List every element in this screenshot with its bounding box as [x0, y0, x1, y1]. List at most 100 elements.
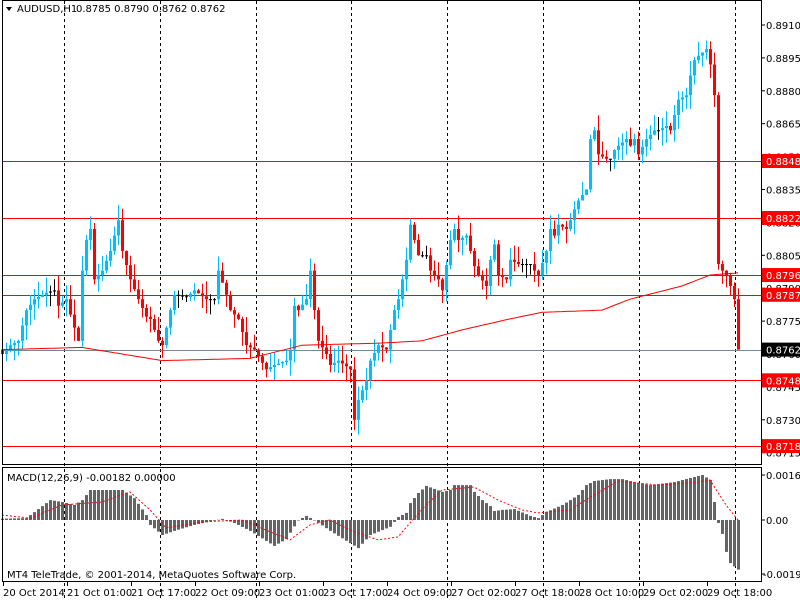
macd-bar: [573, 497, 576, 520]
candle-body: [293, 305, 296, 350]
macd-bar: [293, 520, 296, 527]
macd-bar: [489, 506, 492, 520]
macd-bar: [477, 496, 480, 520]
macd-bar: [309, 517, 312, 520]
candle-body: [477, 266, 480, 276]
macd-bar: [125, 492, 128, 520]
macd-bar: [149, 520, 152, 525]
candle-body: [5, 349, 8, 354]
candle-body: [173, 294, 176, 311]
macd-bar: [625, 480, 628, 520]
macd-bar: [377, 520, 380, 532]
macd-bar: [409, 503, 412, 520]
macd-bar: [441, 491, 444, 520]
candle-body: [229, 294, 232, 311]
candle-body: [409, 224, 412, 260]
candle-body: [593, 130, 596, 140]
candle-body: [509, 259, 512, 280]
candle-body: [245, 332, 248, 346]
macd-bar: [601, 480, 604, 520]
macd-bar: [501, 509, 504, 520]
candle-body: [277, 363, 280, 365]
macd-bar: [697, 476, 700, 520]
candle-body: [469, 235, 472, 251]
macd-bar: [585, 485, 588, 520]
candle-body: [581, 194, 584, 201]
candle-body: [389, 329, 392, 350]
candle-body: [25, 310, 28, 326]
candle-body: [221, 270, 224, 283]
time-tick-label: 29 Oct 02:00: [643, 588, 708, 599]
candle-body: [369, 360, 372, 381]
macd-bar: [425, 485, 428, 520]
candle-body: [337, 360, 340, 363]
candle-body: [85, 239, 88, 271]
candle-body: [657, 130, 660, 132]
time-tick-label: 27 Oct 18:00: [515, 588, 580, 599]
price-tick-label: 0.8835: [766, 186, 800, 197]
macd-bar: [725, 520, 728, 552]
candle-body: [377, 345, 380, 353]
candle-body: [69, 299, 72, 315]
candle-body: [161, 340, 164, 346]
candle-body: [681, 97, 684, 100]
candle-body: [241, 318, 244, 333]
macd-bar: [561, 505, 564, 520]
macd-bar: [661, 483, 664, 520]
macd-bar: [21, 518, 24, 520]
candle-body: [601, 154, 604, 157]
candle-body: [669, 125, 672, 131]
macd-bar: [153, 520, 156, 529]
candle-body: [385, 347, 388, 350]
candle-body: [429, 255, 432, 271]
macd-bar: [281, 520, 284, 542]
macd-bar: [693, 477, 696, 520]
candle-body: [461, 237, 464, 240]
macd-bar: [481, 500, 484, 520]
macd-bar: [685, 479, 688, 520]
macd-bar: [173, 520, 176, 531]
candle-body: [329, 354, 332, 365]
candle-body: [633, 139, 636, 146]
candle-body: [397, 299, 400, 311]
candle-body: [441, 279, 444, 291]
candle-body: [341, 360, 344, 364]
candle-body: [449, 239, 452, 266]
macd-bar: [165, 520, 168, 534]
macd-bar: [653, 484, 656, 520]
candle-body: [209, 299, 212, 301]
candle-body: [157, 329, 160, 341]
candle-body: [485, 280, 488, 287]
candle-body: [285, 360, 288, 363]
macd-bar: [605, 479, 608, 520]
macd-bar: [461, 485, 464, 520]
candle-body: [309, 270, 312, 300]
candle-body: [493, 244, 496, 260]
macd-bar: [737, 520, 740, 570]
candle-body: [421, 255, 424, 257]
candle-body: [265, 362, 268, 370]
time-tick-label: 27 Oct 02:00: [451, 588, 516, 599]
candle-body: [149, 316, 152, 319]
macd-bar: [305, 515, 308, 520]
candle-body: [561, 224, 564, 227]
price-chart[interactable]: 0.89100.88950.88800.88650.88500.88350.88…: [0, 0, 800, 600]
macd-bar: [25, 518, 28, 520]
macd-bar: [389, 520, 392, 527]
macd-bar: [169, 520, 172, 533]
candle-body: [89, 228, 92, 240]
candle-body: [393, 310, 396, 330]
macd-tick-label: -0.00198: [763, 570, 800, 581]
macd-bar: [525, 514, 528, 520]
candle-body: [177, 294, 180, 296]
macd-bar: [589, 483, 592, 520]
candle-body: [537, 270, 540, 276]
macd-bar: [453, 485, 456, 520]
candle-body: [253, 347, 256, 350]
candle-body: [661, 128, 664, 131]
candle-body: [213, 299, 216, 301]
candle-body: [13, 343, 16, 346]
candle-body: [297, 305, 300, 311]
macd-bar: [5, 518, 8, 520]
macd-bar: [273, 520, 276, 546]
